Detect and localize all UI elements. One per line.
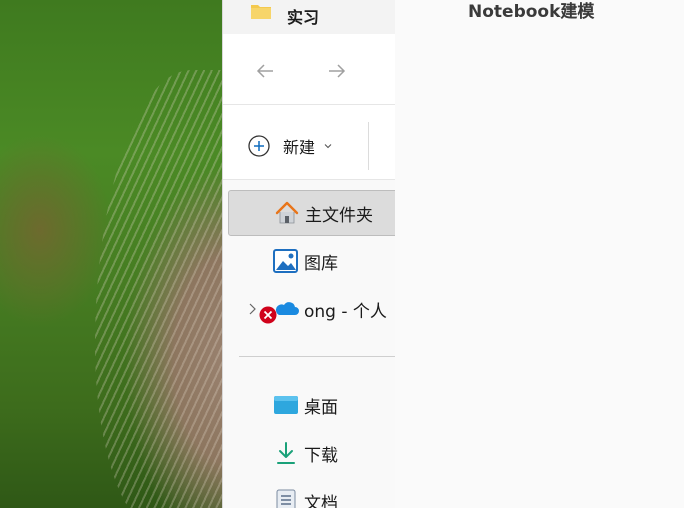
folder-icon — [251, 5, 271, 19]
toolbar-divider — [223, 104, 395, 105]
sync-error-icon — [259, 306, 277, 324]
download-icon — [277, 442, 295, 464]
new-button[interactable]: 新建 — [247, 130, 333, 162]
desktop-wallpaper — [0, 0, 222, 508]
navigation-bar — [223, 34, 395, 106]
nav-label-downloads: 下载 — [304, 445, 338, 466]
nav-item-documents[interactable]: 文档 — [228, 478, 395, 508]
documents-icon — [276, 489, 296, 508]
tab-title: 实习 — [287, 8, 320, 27]
wallpaper-hedgehog — [95, 70, 222, 508]
chevron-down-icon — [324, 144, 332, 149]
back-button[interactable] — [251, 57, 279, 85]
arrow-left-icon — [256, 64, 273, 78]
nav-label-onedrive: ong - 个人 — [304, 301, 387, 322]
content-pane: Notebook建模 — [395, 0, 684, 508]
file-explorer-window: 实习 新建 主文件夹 图库 ong - 个人 桌面 下载 文档 — [222, 0, 395, 508]
chevron-right-icon[interactable] — [247, 302, 257, 316]
new-button-label: 新建 — [283, 138, 316, 157]
content-title: Notebook建模 — [468, 2, 595, 22]
arrow-right-icon — [329, 64, 346, 78]
explorer-tab[interactable]: 实习 — [223, 0, 395, 34]
nav-item-downloads[interactable]: 下载 — [228, 430, 395, 476]
nav-label-home: 主文件夹 — [305, 205, 373, 226]
toolbar-separator — [368, 122, 369, 170]
nav-label-documents: 文档 — [304, 493, 338, 508]
desktop-icon — [274, 396, 298, 414]
gallery-icon — [273, 249, 298, 273]
nav-item-desktop[interactable]: 桌面 — [228, 382, 395, 428]
nav-item-gallery[interactable]: 图库 — [228, 238, 395, 284]
nav-item-home[interactable]: 主文件夹 — [228, 190, 395, 236]
nav-label-desktop: 桌面 — [304, 397, 338, 418]
nav-label-gallery: 图库 — [304, 253, 338, 274]
add-circle-icon — [248, 135, 270, 157]
forward-button[interactable] — [323, 57, 351, 85]
nav-item-onedrive[interactable]: ong - 个人 — [228, 286, 395, 332]
nav-pane-separator — [239, 356, 395, 357]
home-icon — [275, 201, 299, 224]
